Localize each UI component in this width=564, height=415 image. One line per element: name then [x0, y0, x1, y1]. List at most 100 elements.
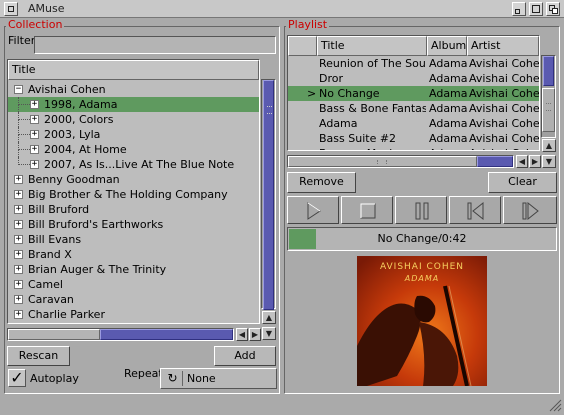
collection-vscroll-thumb[interactable]: [263, 80, 274, 310]
collection-vscrollbar[interactable]: [261, 79, 276, 310]
tree-connector: [18, 142, 30, 150]
playlist-cell-artist: Avishai Cohen: [469, 146, 539, 150]
playlist-cell-album: Adama: [429, 102, 467, 115]
play-button[interactable]: [287, 196, 339, 224]
playlist-row[interactable]: Adama Adama Avishai Cohen: [288, 116, 539, 131]
expand-icon[interactable]: +: [30, 115, 39, 124]
playlist-row[interactable]: Bass & Bone Fantasy Adama Avishai Cohen: [288, 101, 539, 116]
zoom-button[interactable]: [529, 2, 543, 16]
stop-button[interactable]: [341, 196, 393, 224]
tree-item[interactable]: +2007, As Is...Live At The Blue Note: [8, 157, 259, 172]
playlist-row[interactable]: Besame MuchoAdamaAvishai Cohen: [288, 146, 539, 150]
repeat-value: None: [187, 372, 216, 385]
tree-item-label: Bill Bruford's Earthworks: [28, 218, 164, 231]
expand-icon[interactable]: +: [14, 295, 23, 304]
tree-item[interactable]: + Bill Bruford's Earthworks: [8, 217, 259, 232]
playlist-row[interactable]: Dror Adama Avishai Cohen: [288, 71, 539, 86]
progress-bar[interactable]: No Change/0:42: [287, 227, 557, 251]
scroll-left-arrow-icon[interactable]: ◀: [236, 328, 248, 341]
title-bar: AMuse: [0, 0, 564, 18]
playlist-row[interactable]: > No Change Adama Avishai Cohen: [288, 86, 539, 101]
playlist-vscroll-thumb[interactable]: [542, 88, 555, 132]
remove-button[interactable]: Remove: [287, 172, 356, 193]
playlist-row[interactable]: Reunion of The Souls Adama Avishai Cohen: [288, 56, 539, 71]
playlist-hscroll-thumb[interactable]: [288, 156, 477, 167]
column-header-title[interactable]: Title: [8, 60, 259, 80]
playlist-cell-title: Bass & Bone Fantasy: [319, 102, 426, 115]
collection-tree[interactable]: Title − Avishai Cohen +1998, Adama +2000, C…: [7, 59, 260, 324]
tree-item[interactable]: + Brian Auger & The Trinity: [8, 262, 259, 277]
playlist-scroll-down-arrow-icon[interactable]: ▼: [542, 155, 556, 168]
expand-icon[interactable]: +: [14, 280, 23, 289]
collection-hscroll-thumb[interactable]: [8, 329, 100, 340]
iconify-button[interactable]: [512, 2, 526, 16]
tree-item-label: Avishai Cohen: [28, 83, 106, 96]
tree-item[interactable]: +1998, Adama: [8, 97, 259, 112]
expand-icon[interactable]: +: [30, 145, 39, 154]
expand-icon[interactable]: +: [14, 250, 23, 259]
playlist-table[interactable]: Title Album Artist Reunion of The Souls A…: [287, 35, 540, 151]
tree-connector: [18, 157, 30, 165]
expand-icon[interactable]: +: [14, 205, 23, 214]
tree-item[interactable]: + Charlie Parker: [8, 307, 259, 322]
column-header-title[interactable]: Title: [317, 36, 427, 56]
expand-icon[interactable]: +: [14, 220, 23, 229]
rescan-button[interactable]: Rescan: [7, 346, 70, 366]
autoplay-checkbox[interactable]: ✓: [8, 369, 26, 387]
pause-button[interactable]: [395, 196, 447, 224]
add-button[interactable]: Add: [214, 346, 276, 366]
tree-item[interactable]: + Brand X: [8, 247, 259, 262]
collection-hscroll-track-fill: [100, 329, 233, 340]
tree-item-label: Bill Bruford: [28, 203, 90, 216]
resize-grip-icon[interactable]: [546, 396, 562, 412]
previous-button[interactable]: [449, 196, 501, 224]
tree-item-label: Camel: [28, 278, 63, 291]
playlist-scroll-right-arrow-icon[interactable]: ▶: [529, 155, 541, 168]
tree-item[interactable]: +2004, At Home: [8, 142, 259, 157]
expand-icon[interactable]: +: [14, 190, 23, 199]
collection-label: Collection: [6, 18, 65, 31]
playlist-cell-album: Adama: [429, 87, 467, 100]
expand-icon[interactable]: +: [14, 235, 23, 244]
expand-icon[interactable]: +: [14, 310, 23, 319]
previous-icon: [467, 202, 484, 220]
tree-item[interactable]: + Bill Evans: [8, 232, 259, 247]
repeat-label: Repeat: [124, 367, 163, 380]
column-header-artist[interactable]: Artist: [467, 36, 539, 56]
scroll-right-arrow-icon[interactable]: ▶: [249, 328, 261, 341]
playlist-vscroll-thumb-top[interactable]: [543, 56, 554, 86]
close-button[interactable]: [4, 2, 18, 16]
expand-icon[interactable]: +: [30, 130, 39, 139]
playlist-cell-artist: Avishai Cohen: [469, 132, 539, 145]
depth-button[interactable]: [546, 2, 560, 16]
tree-item[interactable]: + Big Brother & The Holding Company: [8, 187, 259, 202]
playlist-cell-album: Adama: [429, 117, 467, 130]
scroll-down-arrow-icon[interactable]: ▼: [262, 327, 276, 340]
playlist-scroll-left-arrow-icon[interactable]: ◀: [516, 155, 528, 168]
expand-icon[interactable]: +: [14, 265, 23, 274]
expand-icon[interactable]: +: [30, 160, 39, 169]
tree-item[interactable]: + Camel: [8, 277, 259, 292]
expand-icon[interactable]: +: [30, 100, 39, 109]
scroll-up-arrow-icon[interactable]: ▲: [262, 311, 276, 324]
tree-item[interactable]: + Benny Goodman: [8, 172, 259, 187]
clear-button[interactable]: Clear: [488, 172, 557, 193]
tree-item[interactable]: − Avishai Cohen: [8, 82, 259, 97]
filter-input[interactable]: [34, 36, 276, 54]
tree-item[interactable]: + Bill Bruford: [8, 202, 259, 217]
collection-hscrollbar[interactable]: [7, 328, 234, 341]
playlist-scroll-up-arrow-icon[interactable]: ▲: [542, 139, 556, 152]
playlist-row[interactable]: Bass Suite #2 Adama Avishai Cohen: [288, 131, 539, 146]
tree-item[interactable]: + Caravan: [8, 292, 259, 307]
now-playing-marker: >: [307, 87, 317, 100]
expand-icon[interactable]: +: [14, 175, 23, 184]
playlist-hscrollbar[interactable]: [287, 155, 514, 168]
column-header-album[interactable]: Album: [427, 36, 467, 56]
tree-item[interactable]: +2000, Colors: [8, 112, 259, 127]
tree-item[interactable]: +2003, Lyla: [8, 127, 259, 142]
next-button[interactable]: [503, 196, 557, 224]
playlist-vscrollbar[interactable]: [541, 55, 556, 138]
repeat-cycle-gadget[interactable]: ↻ None: [160, 368, 277, 389]
collapse-icon[interactable]: −: [14, 85, 23, 94]
playlist-cell-title: Reunion of The Souls: [319, 57, 426, 70]
